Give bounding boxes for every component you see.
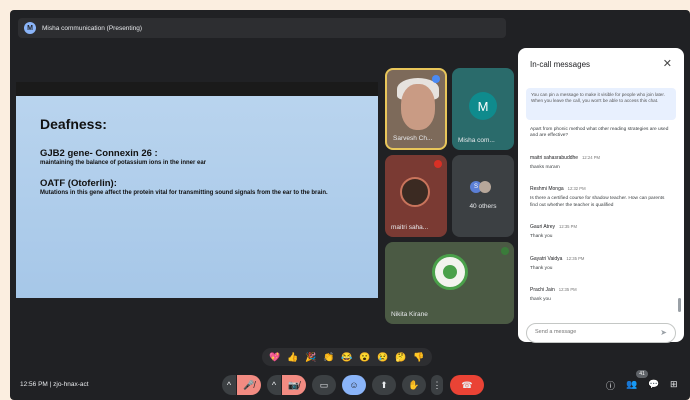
captions-icon[interactable]: ▭ <box>312 375 336 395</box>
message-text: Thank you <box>530 234 553 240</box>
list-item: Prachi Jain 12:35 PM thank you <box>530 278 672 303</box>
reactions-bar: 💖 👍 🎉 👏 😂 😮 😢 🤔 👎 <box>262 348 432 366</box>
participant-logo <box>432 254 468 290</box>
list-item: Gauri Atrey 12:35 PM Thank you <box>530 215 672 240</box>
speaking-indicator-icon <box>432 75 440 83</box>
message-text: Is there a certified course for shadow t… <box>530 196 665 208</box>
activities-icon[interactable]: ⊞ <box>670 379 678 390</box>
message-time: 12:24 PM <box>582 154 601 160</box>
scrollbar[interactable] <box>678 298 681 312</box>
party-reaction-icon[interactable]: 🎉 <box>305 352 316 363</box>
presented-slide: Deafness: GJB2 gene- Connexin 26 : maint… <box>16 82 378 298</box>
sender-name: Reshmi Monga <box>530 186 564 193</box>
slide-heading: Deafness: <box>40 116 107 132</box>
message-text: thanks ma'am <box>530 164 560 170</box>
participant-name: Sarvesh Ch... <box>393 135 433 142</box>
thumbs-down-reaction-icon[interactable]: 👎 <box>413 352 424 363</box>
participant-name: Misha com... <box>458 137 495 144</box>
avatar <box>400 177 430 207</box>
sender-name: Prachi Jain <box>530 287 555 294</box>
video-options-chevron-icon[interactable]: ^ <box>267 375 281 395</box>
sad-reaction-icon[interactable]: 😢 <box>377 352 388 363</box>
slide-content: Deafness: GJB2 gene- Connexin 26 : maint… <box>16 96 378 298</box>
otof-title: OATF (Otoferlin): <box>40 178 117 189</box>
message-time: 12:35 PM <box>558 287 577 293</box>
meet-window: M Misha communication (Presenting) Deafn… <box>10 10 690 400</box>
participant-tile-nikita[interactable]: Nikita Kirane <box>385 242 514 324</box>
raise-hand-icon[interactable]: ✋ <box>402 375 426 395</box>
message-input[interactable] <box>535 329 655 335</box>
participant-tile-sarvesh[interactable]: Sarvesh Ch... <box>385 68 447 150</box>
list-item: Gayatri Vaidya 12:35 PM Thank you <box>530 247 672 272</box>
laugh-reaction-icon[interactable]: 😂 <box>341 352 352 363</box>
gene-title: GJB2 gene- Connexin 26 : <box>40 148 158 159</box>
message-text: Apart from phonic method what other read… <box>530 127 669 139</box>
heart-reaction-icon[interactable]: 💖 <box>269 352 280 363</box>
sender-name: Gayatri Vaidya <box>530 255 563 262</box>
presentation-bar: M Misha communication (Presenting) <box>18 18 506 38</box>
chat-icon[interactable]: 💬 <box>648 379 659 390</box>
message-text: thank you <box>530 297 551 303</box>
list-item: Apart from phonic method what other read… <box>530 127 672 140</box>
list-item: maitri sahasrabuddhe 12:24 PM thanks ma'a… <box>530 146 672 171</box>
gene-description: maintaining the balance of potassium ion… <box>40 160 207 166</box>
others-tile[interactable]: S 40 others <box>452 155 514 237</box>
avatar <box>479 181 491 193</box>
in-call-messages-panel: In-call messages ✕ You can pin a message… <box>518 48 684 343</box>
audio-options-chevron-icon[interactable]: ^ <box>222 375 236 395</box>
mic-off-icon[interactable]: 🎤̸ <box>237 375 261 395</box>
leave-call-button[interactable]: ☎ <box>450 375 484 395</box>
panel-title: In-call messages <box>530 60 591 69</box>
control-bar: 12:56 PM | zjo-hnax-act ^ 🎤̸ ^ 📷̸ ▭ ☺ ⬆ … <box>10 370 690 400</box>
sender-name: Gauri Atrey <box>530 224 556 231</box>
send-icon[interactable]: ➤ <box>660 328 667 337</box>
more-options-icon[interactable]: ⋮ <box>431 375 443 395</box>
message-input-box[interactable]: ➤ <box>526 323 676 343</box>
message-text: Thank you <box>530 265 553 271</box>
participant-name: maitri saha... <box>391 224 429 231</box>
participant-name: Nikita Kirane <box>391 311 428 318</box>
people-icon[interactable]: 👥 <box>626 379 637 390</box>
participant-tile-misha[interactable]: M Misha com... <box>452 68 514 150</box>
pin-info-banner: You can pin a message to make it visible… <box>526 88 676 120</box>
message-list: Apart from phonic method what other read… <box>530 126 672 324</box>
surprised-reaction-icon[interactable]: 😮 <box>359 352 370 363</box>
info-icon[interactable]: ⓘ <box>606 379 615 392</box>
message-time: 12:35 PM <box>566 255 585 261</box>
sender-name: maitri sahasrabuddhe <box>530 154 579 161</box>
others-count: 40 others <box>469 203 497 210</box>
speaking-indicator-icon <box>501 247 509 255</box>
participant-video <box>401 84 435 130</box>
list-item: Reshmi Monga 12:32 PM Is there a certifie… <box>530 177 672 209</box>
participant-tile-maitri[interactable]: maitri saha... <box>385 155 447 237</box>
avatar: M <box>469 92 497 120</box>
presentation-title: Misha communication (Presenting) <box>42 24 143 32</box>
close-icon[interactable]: ✕ <box>663 57 672 70</box>
camera-off-icon[interactable]: 📷̸ <box>282 375 306 395</box>
emoji-icon[interactable]: ☺ <box>342 375 366 395</box>
clap-reaction-icon[interactable]: 👏 <box>323 352 334 363</box>
message-time: 12:35 PM <box>559 224 577 230</box>
thinking-reaction-icon[interactable]: 🤔 <box>395 352 406 363</box>
otof-description: Mutations in this gene affect the protei… <box>40 190 328 196</box>
participant-count-badge: 41 <box>636 370 648 378</box>
meeting-time-code: 12:56 PM | zjo-hnax-act <box>20 381 89 388</box>
thumbs-up-reaction-icon[interactable]: 👍 <box>287 352 298 363</box>
message-time: 12:32 PM <box>567 186 586 192</box>
present-screen-icon[interactable]: ⬆ <box>372 375 396 395</box>
muted-mic-icon <box>434 160 442 168</box>
presenter-avatar-icon: M <box>24 22 36 34</box>
